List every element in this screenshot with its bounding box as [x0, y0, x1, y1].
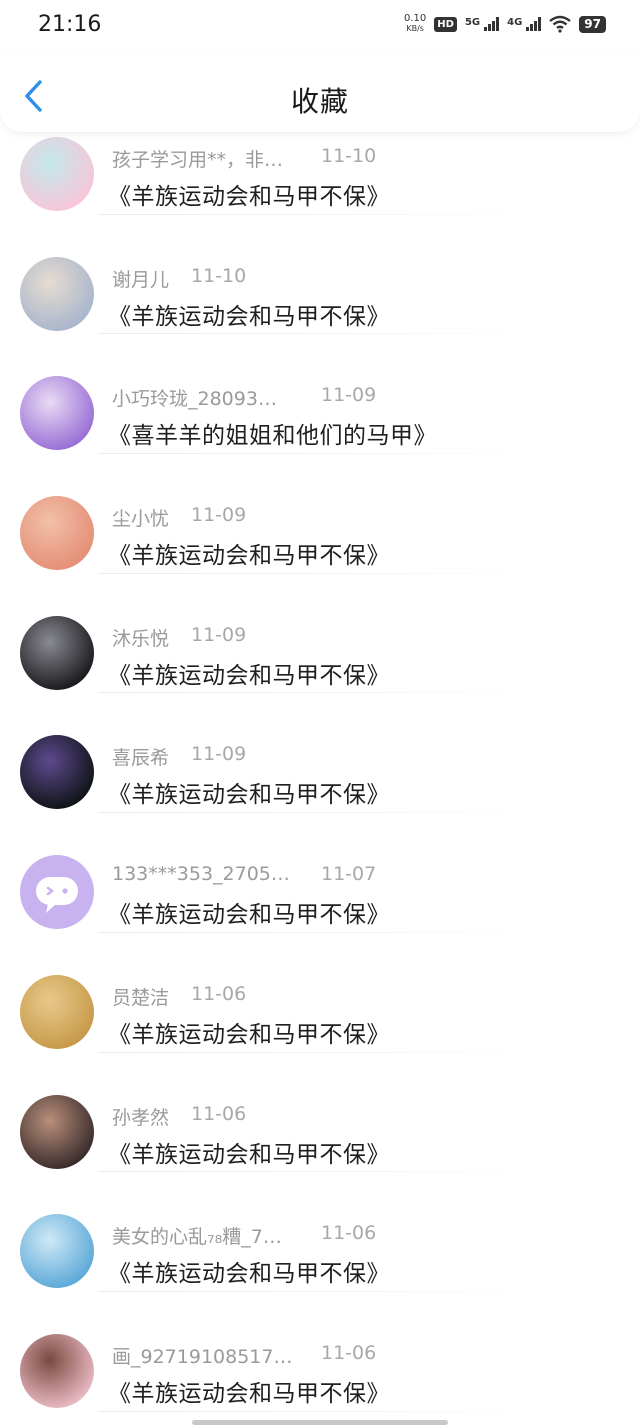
network-speed-value: 0.10 [404, 13, 427, 24]
avatar[interactable] [20, 1333, 94, 1408]
item-title: 《羊族运动会和马甲不保》 [108, 662, 390, 689]
divider [98, 1410, 550, 1412]
item-date: 11-10 [191, 264, 247, 287]
wifi-icon [549, 15, 572, 33]
user-name: 孩子学习用**，非… [112, 149, 284, 171]
user-name: 孙孝然 [112, 1106, 170, 1129]
item-date: 11-07 [321, 863, 377, 886]
avatar[interactable] [20, 496, 94, 571]
item-meta: 沐乐悦 11-09 [112, 623, 612, 650]
page-title: 收藏 [290, 85, 349, 118]
item-date: 11-06 [191, 1102, 247, 1125]
item-meta: 尘小忧 11-09 [112, 504, 612, 531]
list-item[interactable]: 小巧玲珑_28093… 11-09 《喜羊羊的姐姐和他们的马甲》 [0, 334, 640, 455]
item-date: 11-09 [191, 743, 247, 766]
item-title: 《喜羊羊的姐姐和他们的马甲》 [108, 423, 437, 450]
avatar[interactable] [20, 615, 94, 690]
item-date: 11-09 [191, 504, 247, 527]
list-item[interactable]: 喜辰希 11-09 《羊族运动会和马甲不保》 [0, 693, 640, 814]
list-item[interactable]: 尘小忧 11-09 《羊族运动会和马甲不保》 [0, 454, 640, 574]
item-title: 《羊族运动会和马甲不保》 [108, 303, 390, 330]
signal-5g-icon: 5G [464, 17, 500, 31]
item-meta: 美女的心乱₇₈糟_7… 11-06 [112, 1222, 612, 1249]
chat-bubble-icon [36, 877, 78, 914]
item-meta: 孙孝然 11-06 [112, 1102, 612, 1129]
avatar[interactable] [20, 974, 94, 1049]
list-item[interactable]: 沐乐悦 11-09 《羊族运动会和马甲不保》 [0, 574, 640, 694]
item-date: 11-06 [191, 982, 247, 1005]
avatar[interactable] [20, 256, 94, 331]
item-date: 11-06 [321, 1341, 377, 1364]
signal-4g-icon: 4G [507, 17, 542, 31]
user-name: 员楚洁 [112, 986, 170, 1009]
battery-icon: 97 [579, 15, 606, 33]
network-speed: 0.10 KB/s [404, 14, 426, 34]
item-title: 《羊族运动会和马甲不保》 [108, 1021, 390, 1048]
user-name: 美女的心乱₇₈糟_7… [112, 1226, 282, 1249]
avatar[interactable] [20, 735, 94, 810]
list-item[interactable]: 谢月儿 11-10 《羊族运动会和马甲不保》 [0, 215, 640, 335]
list-item[interactable]: 员楚洁 11-06 《羊族运动会和马甲不保》 [0, 933, 640, 1053]
list-item[interactable]: 孙孝然 11-06 《羊族运动会和马甲不保》 [0, 1053, 640, 1173]
signal-5g-label: 5G [464, 17, 481, 28]
item-title: 《羊族运动会和马甲不保》 [108, 1380, 390, 1407]
item-meta: 画_92719108517… 11-06 [112, 1341, 612, 1368]
list-item[interactable]: 美女的心乱₇₈糟_7… 11-06 《羊族运动会和马甲不保》 [0, 1172, 640, 1292]
avatar[interactable] [20, 1214, 94, 1289]
user-name: 谢月儿 [112, 268, 170, 291]
user-name: 沐乐悦 [112, 627, 170, 650]
signal-4g-label: 4G [507, 17, 523, 28]
user-name: 喜辰希 [112, 747, 170, 770]
status-time: 21:16 [38, 12, 102, 37]
item-meta: 喜辰希 11-09 [112, 743, 612, 770]
network-speed-unit: KB/s [406, 24, 424, 33]
hd-voice-icon: HD [434, 16, 457, 32]
list-item[interactable]: 画_92719108517… 11-06 《羊族运动会和马甲不保》 [0, 1292, 640, 1412]
avatar[interactable] [20, 376, 94, 451]
item-meta: 孩子学习用**，非… 11-10 [112, 145, 612, 171]
item-title: 《羊族运动会和马甲不保》 [108, 1261, 390, 1288]
avatar[interactable] [20, 137, 94, 211]
user-name: 133***353_2705… [112, 863, 290, 886]
item-meta: 谢月儿 11-10 [112, 264, 612, 291]
status-icons: 0.10 KB/s HD 5G 4G 97 [404, 14, 606, 34]
user-name: 小巧玲珑_28093… [112, 388, 277, 411]
item-title: 《羊族运动会和马甲不保》 [108, 902, 390, 929]
user-name: 尘小忧 [112, 508, 170, 531]
home-indicator[interactable] [192, 1420, 448, 1425]
nav-bar: 收藏 [0, 52, 640, 132]
status-bar: 21:16 0.10 KB/s HD 5G 4G 97 [0, 0, 640, 52]
item-title: 《羊族运动会和马甲不保》 [108, 782, 390, 809]
avatar[interactable] [20, 1094, 94, 1169]
user-name: 画_92719108517… [112, 1345, 293, 1368]
list-item[interactable]: 133***353_2705… 11-07 《羊族运动会和马甲不保》 [0, 813, 640, 933]
item-title: 《羊族运动会和马甲不保》 [108, 1141, 390, 1168]
item-meta: 小巧玲珑_28093… 11-09 [112, 384, 612, 411]
item-meta: 员楚洁 11-06 [112, 982, 612, 1009]
avatar[interactable] [20, 855, 94, 930]
item-title: 《羊族运动会和马甲不保》 [108, 184, 390, 210]
item-date: 11-06 [321, 1222, 377, 1245]
item-date: 11-09 [321, 384, 377, 407]
item-meta: 133***353_2705… 11-07 [112, 863, 612, 887]
favorites-list: 孩子学习用**，非… 11-10 《羊族运动会和马甲不保》 谢月儿 11-10 … [0, 95, 640, 1412]
item-title: 《羊族运动会和马甲不保》 [108, 543, 390, 570]
item-date: 11-09 [191, 623, 247, 646]
item-date: 11-10 [321, 145, 377, 167]
